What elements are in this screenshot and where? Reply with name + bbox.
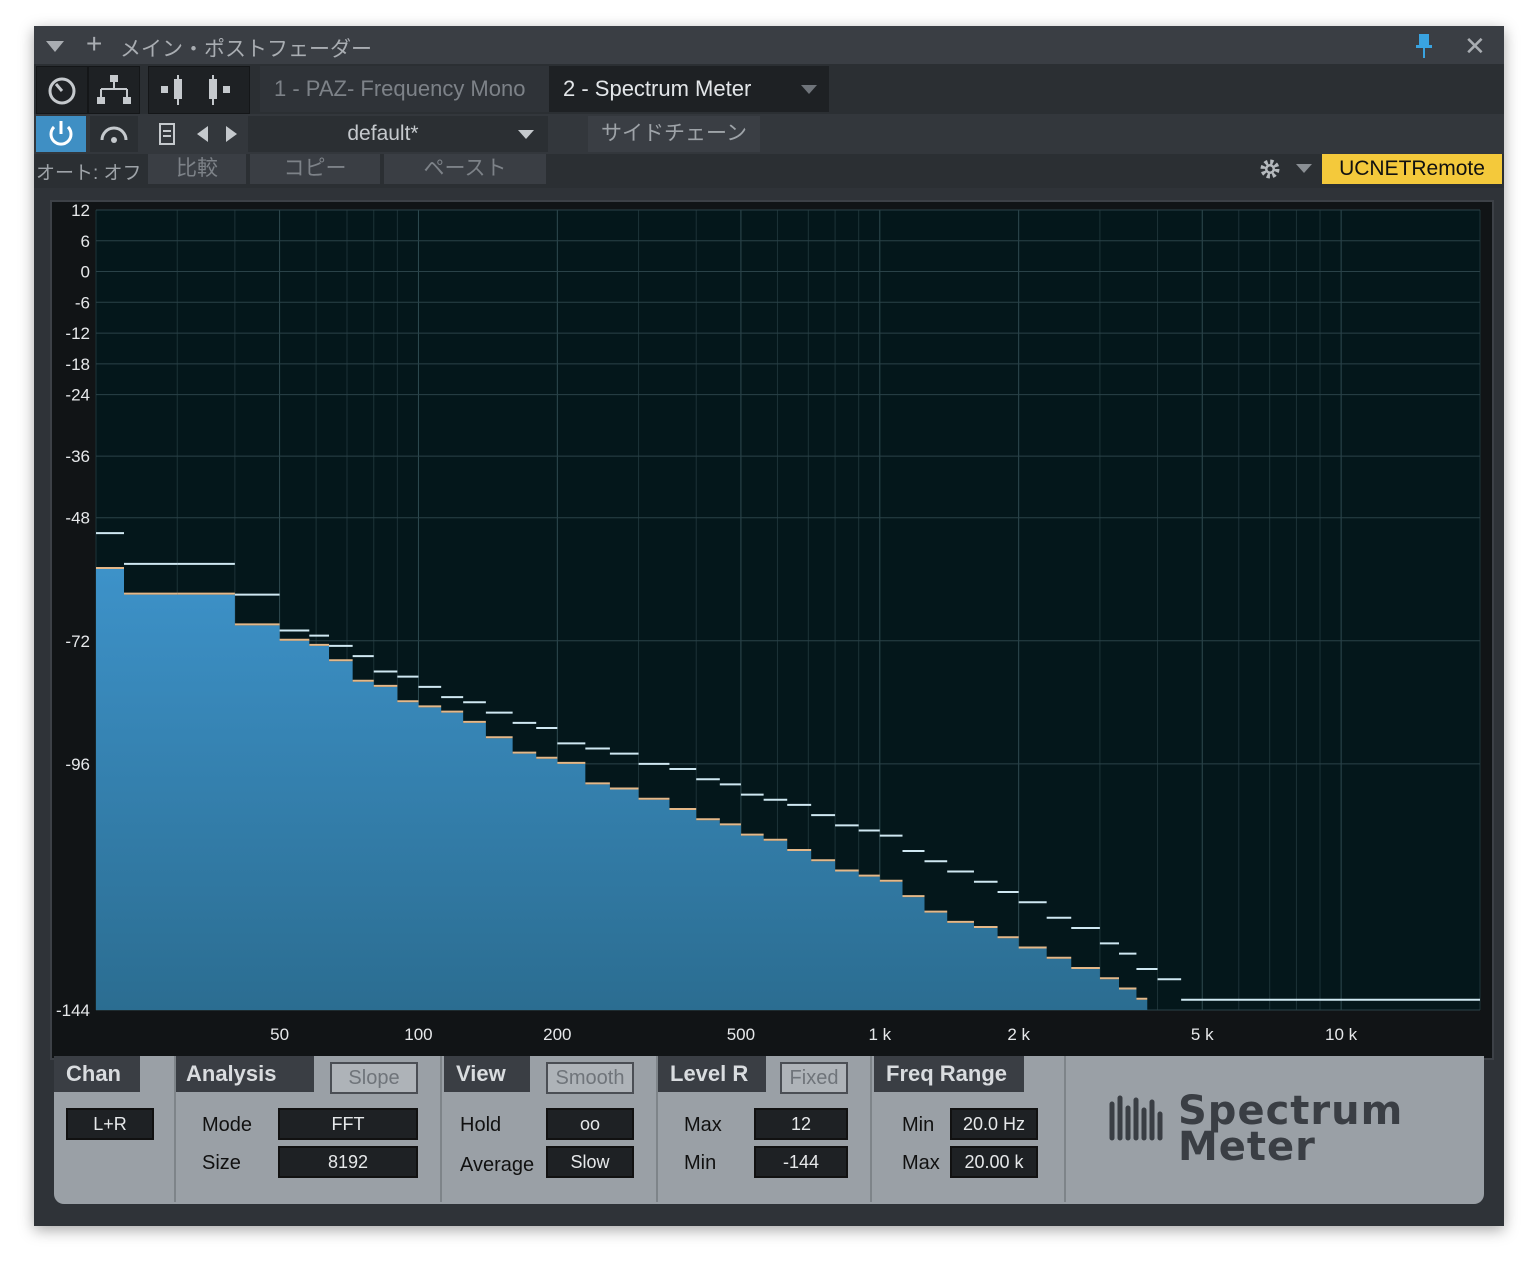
gear-icon[interactable]: [1254, 154, 1286, 184]
freq-max-label: Max: [902, 1152, 940, 1174]
freq-min-field[interactable]: 20.0 Hz: [950, 1108, 1038, 1140]
prev-preset-icon[interactable]: [192, 120, 214, 148]
power-button[interactable]: [36, 116, 86, 152]
chan-title: Chan: [54, 1056, 140, 1092]
divider: [174, 1056, 176, 1202]
options-row: オート: オフ 比較 コピー ペースト UCNETRemote: [34, 154, 1504, 188]
x-tick-label: 10 k: [1325, 1025, 1358, 1044]
divider: [1064, 1056, 1066, 1202]
spectrum-plot[interactable]: 12 6 0 -6 -12 -18 -24 -36 -48 -72 -96 -144 50 100 200 5…: [50, 200, 1494, 1060]
y-tick-label: -144: [56, 1001, 90, 1020]
arc-icon: [100, 126, 128, 143]
chevron-down-icon[interactable]: [1296, 164, 1312, 173]
tab-spectrum-meter-label: 2 - Spectrum Meter: [563, 76, 752, 101]
copy-button[interactable]: コピー: [250, 154, 380, 184]
y-tick-label: -12: [65, 324, 90, 343]
power-icon: [49, 121, 73, 146]
size-label: Size: [202, 1152, 241, 1174]
level-max-field[interactable]: 12: [754, 1108, 848, 1140]
chevron-down-icon: [518, 130, 534, 139]
divider: [870, 1056, 872, 1202]
smooth-toggle[interactable]: Smooth: [546, 1062, 634, 1094]
analysis-title: Analysis: [174, 1056, 314, 1092]
x-tick-label: 500: [727, 1025, 755, 1044]
insert-button-group[interactable]: [148, 66, 250, 114]
y-tick-label: -72: [65, 632, 90, 651]
divider: [656, 1056, 658, 1202]
tab-paz-frequency[interactable]: 1 - PAZ- Frequency Mono: [260, 66, 552, 112]
auto-status[interactable]: オート: オフ: [36, 158, 142, 185]
control-panel: Chan L+R Analysis Slope Mode FFT Size 81…: [54, 1056, 1484, 1204]
pin-icon[interactable]: [1414, 34, 1434, 60]
y-tick-label: 0: [81, 263, 90, 282]
bypass-monitor-button[interactable]: [90, 116, 138, 152]
mode-select[interactable]: FFT: [278, 1108, 418, 1140]
channel-select[interactable]: L+R: [66, 1108, 154, 1140]
preset-row: default* サイドチェーン: [34, 114, 1504, 154]
slope-toggle[interactable]: Slope: [330, 1062, 418, 1094]
y-tick-label: -36: [65, 447, 90, 466]
routing-button[interactable]: [88, 66, 140, 114]
spectrum-svg: 12 6 0 -6 -12 -18 -24 -36 -48 -72 -96 -144 50 100 200 5…: [56, 201, 1481, 1044]
y-tick-label: 6: [81, 232, 90, 251]
y-tick-label: -24: [65, 386, 90, 405]
x-tick-label: 50: [270, 1025, 289, 1044]
hold-select[interactable]: oo: [546, 1108, 634, 1140]
x-tick-label: 100: [404, 1025, 432, 1044]
hold-label: Hold: [460, 1114, 502, 1136]
insert-icon: [161, 75, 230, 105]
level-min-label: Min: [684, 1152, 717, 1174]
preset-file-icon[interactable]: [152, 118, 182, 150]
fixed-toggle[interactable]: Fixed: [780, 1062, 848, 1094]
close-icon[interactable]: ✕: [1464, 31, 1486, 62]
chevron-down-icon[interactable]: [801, 85, 817, 94]
paste-button[interactable]: ペースト: [384, 154, 546, 184]
mode-label: Mode: [202, 1114, 253, 1136]
gauge-icon: [48, 77, 76, 105]
y-tick-label: -18: [65, 355, 90, 374]
level-title: Level R: [658, 1056, 766, 1092]
average-label: Average: [460, 1154, 535, 1176]
y-tick-label: -48: [65, 509, 90, 528]
title-bar: + メイン・ポストフェーダー ✕: [34, 26, 1504, 64]
freq-max-field[interactable]: 20.00 k: [950, 1146, 1038, 1178]
y-tick-label: -6: [75, 293, 90, 312]
level-min-field[interactable]: -144: [754, 1146, 848, 1178]
y-tick-label: -96: [65, 755, 90, 774]
x-tick-label: 200: [543, 1025, 571, 1044]
x-tick-label: 5 k: [1191, 1025, 1214, 1044]
view-title: View: [444, 1056, 530, 1092]
collapse-arrow-icon[interactable]: [46, 41, 64, 52]
x-tick-label: 2 k: [1007, 1025, 1030, 1044]
add-icon[interactable]: +: [86, 30, 102, 58]
routing-icon: [97, 75, 131, 104]
presonus-logo-icon: [1109, 1095, 1163, 1141]
speed-button[interactable]: [36, 66, 88, 114]
x-tick-label: 1 k: [868, 1025, 891, 1044]
tab-spectrum-meter[interactable]: 2 - Spectrum Meter: [549, 66, 829, 112]
window-title: メイン・ポストフェーダー: [120, 38, 372, 61]
divider: [440, 1056, 442, 1202]
level-max-label: Max: [684, 1114, 722, 1136]
ucnet-remote-badge[interactable]: UCNETRemote: [1322, 154, 1502, 184]
size-select[interactable]: 8192: [278, 1146, 418, 1178]
preset-name: default*: [347, 122, 419, 145]
logo-line-2: Meter: [1178, 1124, 1316, 1170]
plugin-window: + メイン・ポストフェーダー ✕ 1 - PAZ- Frequency Mono…: [34, 26, 1504, 1226]
freq-range-title: Freq Range: [874, 1056, 1024, 1092]
sidechain-button[interactable]: サイドチェーン: [588, 116, 760, 152]
average-select[interactable]: Slow: [546, 1146, 634, 1178]
freq-min-label: Min: [902, 1114, 935, 1136]
next-preset-icon[interactable]: [220, 120, 242, 148]
y-tick-label: 12: [71, 202, 90, 220]
compare-button[interactable]: 比較: [148, 154, 246, 184]
preset-selector[interactable]: default*: [248, 116, 548, 152]
